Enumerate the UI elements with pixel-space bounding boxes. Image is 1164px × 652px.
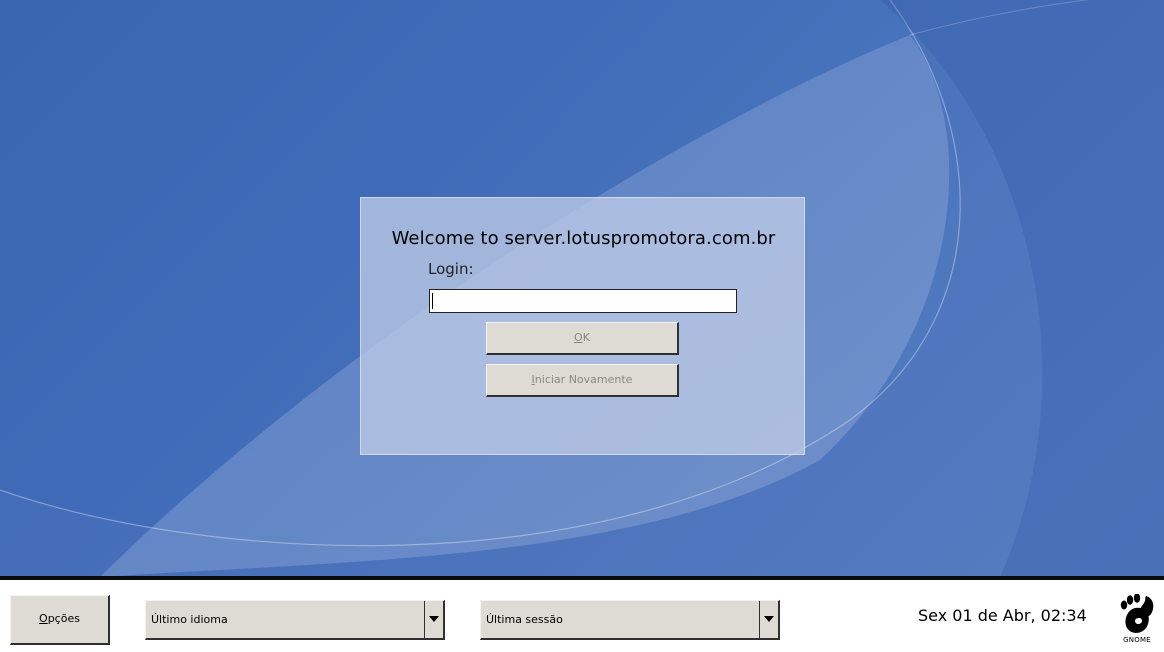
ok-mnemonic: O: [574, 331, 583, 344]
gnome-foot-icon: [1120, 593, 1154, 633]
clock: Sex 01 de Abr, 02:34: [918, 606, 1087, 625]
dropdown-arrow-icon[interactable]: [424, 601, 443, 638]
login-input[interactable]: [429, 289, 737, 313]
bottom-panel: Opções Último idioma Última sessão Sex 0…: [0, 576, 1164, 652]
dropdown-arrow-icon[interactable]: [759, 601, 778, 638]
options-label-rest: pções: [47, 612, 80, 625]
options-mnemonic: O: [39, 612, 48, 625]
session-select-value: Última sessão: [486, 613, 563, 626]
language-select[interactable]: Último idioma: [145, 600, 445, 640]
gnome-logo: GNOME: [1118, 593, 1156, 646]
restart-button[interactable]: Iniciar Novamente: [486, 364, 679, 397]
text-caret: [432, 293, 433, 309]
welcome-message: Welcome to server.lotuspromotora.com.br: [391, 228, 776, 249]
language-select-value: Último idioma: [151, 613, 228, 626]
login-dialog: Welcome to server.lotuspromotora.com.br …: [360, 197, 805, 455]
desktop-background: Welcome to server.lotuspromotora.com.br …: [0, 0, 1164, 577]
options-button[interactable]: Opções: [10, 595, 110, 645]
restart-label-rest: niciar Novamente: [534, 373, 633, 386]
ok-button[interactable]: OK: [486, 322, 679, 355]
gnome-logo-text: GNOME: [1123, 636, 1151, 644]
ok-label-rest: K: [582, 331, 590, 344]
login-label: Login:: [428, 260, 474, 278]
session-select[interactable]: Última sessão: [480, 600, 780, 640]
